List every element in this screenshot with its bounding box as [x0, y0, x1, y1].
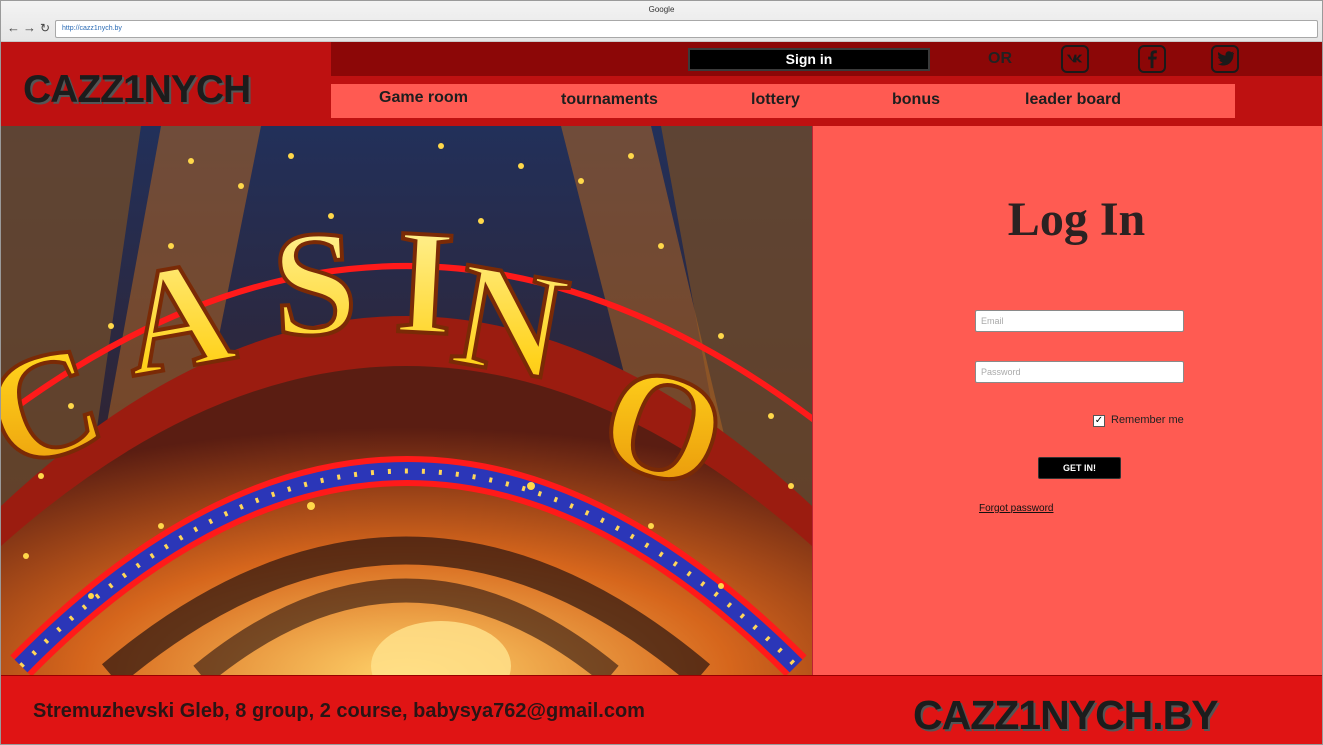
- email-field[interactable]: [975, 310, 1184, 332]
- back-arrow-icon[interactable]: ←: [7, 21, 20, 35]
- menu-item-bonus[interactable]: bonus: [892, 91, 940, 109]
- facebook-glyph: [1147, 50, 1157, 69]
- twitter-icon[interactable]: [1211, 45, 1239, 73]
- remember-me-label: Remember me: [1111, 414, 1184, 426]
- site-footer: Stremuzhevski Gleb, 8 group, 2 course, b…: [1, 675, 1322, 744]
- get-in-button[interactable]: GET IN!: [1038, 457, 1121, 479]
- footer-credits: Stremuzhevski Gleb, 8 group, 2 course, b…: [33, 700, 645, 722]
- twitter-glyph: [1217, 51, 1234, 66]
- forgot-password-link[interactable]: Forgot password: [979, 503, 1053, 514]
- reload-icon[interactable]: ↻: [39, 21, 51, 35]
- menu-item-game-room[interactable]: Game room: [379, 89, 468, 107]
- window-title: Google: [648, 5, 675, 14]
- forward-arrow-icon[interactable]: →: [23, 21, 36, 35]
- main-menu: Game room tournaments lottery bonus lead…: [331, 84, 1235, 118]
- browser-window: Google ← → ↻ http://cazz1nych.by CAZZ1NY…: [0, 0, 1323, 745]
- address-bar[interactable]: http://cazz1nych.by: [55, 20, 1318, 38]
- browser-chrome: Google ← → ↻ http://cazz1nych.by: [1, 1, 1322, 42]
- footer-logo: CAZZ1NYCH.BY: [913, 692, 1219, 738]
- sign-in-button[interactable]: Sign in: [688, 48, 930, 71]
- menu-item-lottery[interactable]: lottery: [751, 91, 800, 109]
- facebook-icon[interactable]: [1138, 45, 1166, 73]
- menu-item-tournaments[interactable]: tournaments: [561, 91, 658, 109]
- login-title: Log In: [1007, 193, 1146, 246]
- or-label: OR: [988, 50, 1012, 67]
- site-header: CAZZ1NYCH Sign in OR Game room tournamen…: [1, 42, 1322, 126]
- vk-glyph: [1066, 54, 1082, 63]
- login-panel: Log In ✓ Remember me GET IN! Forgot pass…: [812, 126, 1322, 675]
- password-field[interactable]: [975, 361, 1184, 383]
- site-logo[interactable]: CAZZ1NYCH: [23, 68, 251, 112]
- casino-banner-image: C A S I N O: [1, 126, 812, 675]
- menu-item-leader-board[interactable]: leader board: [1025, 91, 1121, 109]
- casino-sign-illustration: C A S I N O: [1, 126, 812, 675]
- vk-icon[interactable]: [1061, 45, 1089, 73]
- remember-me-checkbox[interactable]: ✓: [1093, 415, 1105, 427]
